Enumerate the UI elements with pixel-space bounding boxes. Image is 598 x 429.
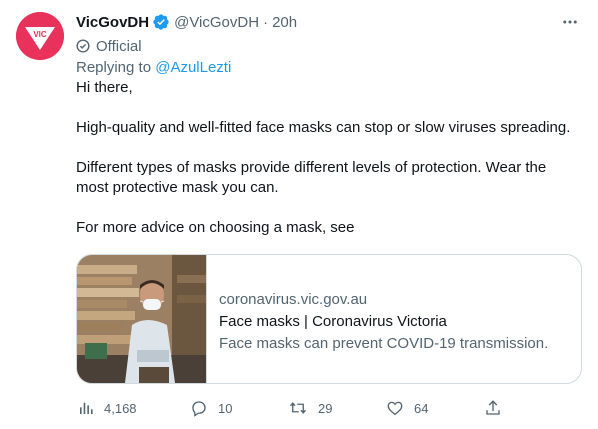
card-image [77,255,207,383]
retweet-button[interactable]: 29 [288,396,332,420]
reply-button[interactable]: 10 [190,396,232,420]
more-button[interactable] [558,12,582,32]
separator: · [263,13,269,31]
replying-to-link[interactable]: @AzulLezti [155,59,231,76]
verified-icon [153,14,169,30]
card-description: Face masks can prevent COVID-19 transmis… [219,335,549,352]
tweet-body: Hi there, High-quality and well-fitted f… [76,78,582,238]
like-button[interactable]: 64 [386,396,428,420]
share-button[interactable] [484,396,502,420]
retweet-icon [289,402,307,414]
views-button[interactable]: 4,168 [78,396,137,420]
handle[interactable]: @VicGovDH [174,14,259,31]
tweet-actions: 4,168 10 29 64 [76,396,506,420]
retweet-count: 29 [318,400,333,416]
replying-to: Replying to @AzulLezti [76,58,582,78]
display-name[interactable]: VicGovDH [76,14,149,31]
official-label: Official [76,36,582,56]
tweet-header: VicGovDH @VicGovDH · 20h [76,12,582,32]
like-icon [387,401,403,416]
tweet-paragraph: For more advice on choosing a mask, see [76,219,355,236]
more-icon [563,20,577,24]
timestamp[interactable]: 20h [272,14,297,31]
svg-text:VIC: VIC [33,30,47,39]
replying-prefix: Replying to [76,59,152,76]
reply-icon [192,401,206,417]
worker-photo-icon [77,255,206,383]
vic-logo-icon: VIC [16,12,64,60]
tweet: VicGovDH @VicGovDH · 20h Official Replyi… [76,12,582,384]
tweet-paragraph: High-quality and well-fitted face masks … [76,119,571,136]
views-count: 4,168 [104,400,137,416]
tweet-paragraph: Hi there, [76,79,133,96]
tweet-paragraph: Different types of masks provide differe… [76,159,547,196]
official-icon [76,39,90,53]
card-title: Face masks | Coronavirus Victoria [219,313,447,330]
reply-count: 10 [218,400,233,416]
link-card[interactable]: coronavirus.vic.gov.au Face masks | Coro… [76,254,582,384]
official-text: Official [96,37,142,55]
like-count: 64 [414,400,429,416]
avatar[interactable]: VIC [16,12,64,60]
views-icon [80,402,93,414]
card-text: coronavirus.vic.gov.au Face masks | Coro… [207,255,560,383]
share-icon [486,400,500,415]
card-domain: coronavirus.vic.gov.au [219,291,368,308]
